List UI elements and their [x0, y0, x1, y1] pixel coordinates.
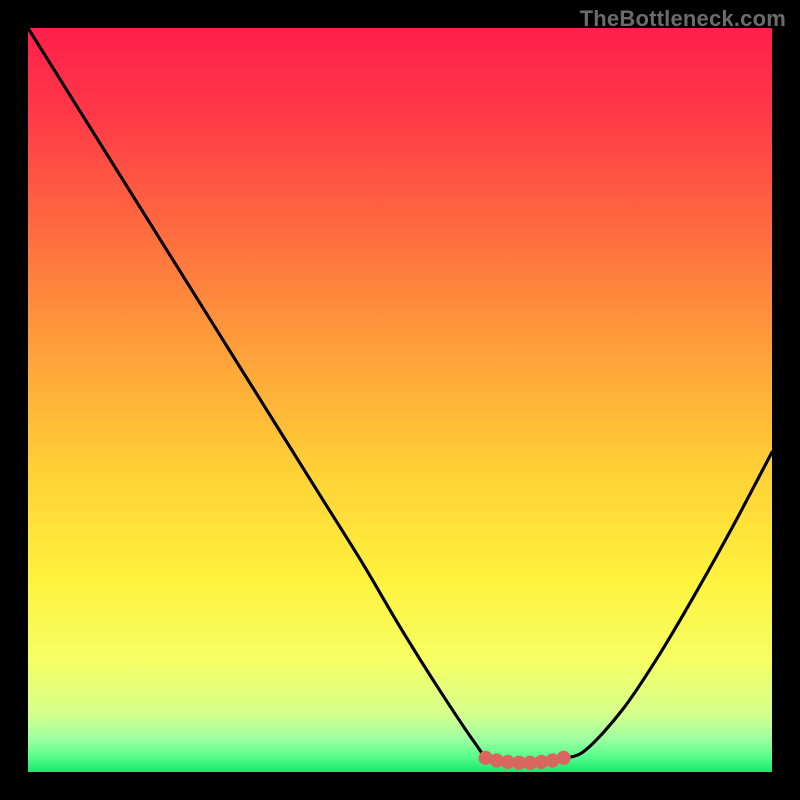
bottleneck-curve: [28, 28, 772, 763]
chart-svg: [28, 28, 772, 772]
sweet-spot-marker: [478, 751, 570, 770]
chart-frame: TheBottleneck.com: [0, 0, 800, 800]
marker-dot: [557, 751, 571, 765]
plot-area: [28, 28, 772, 772]
watermark-text: TheBottleneck.com: [580, 6, 786, 32]
